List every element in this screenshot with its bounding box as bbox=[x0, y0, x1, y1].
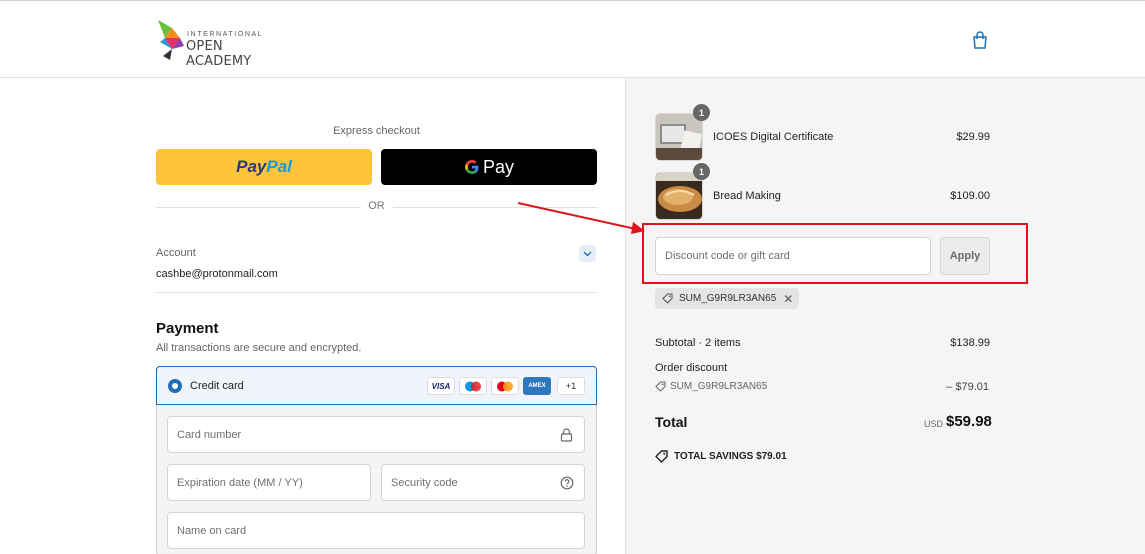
item-thumbnail bbox=[655, 172, 703, 220]
item-thumbnail bbox=[655, 113, 703, 161]
payment-subtitle: All transactions are secure and encrypte… bbox=[156, 342, 362, 354]
apply-discount-button[interactable]: Apply bbox=[940, 237, 990, 275]
applied-code-tag: SUM_G9R9LR3AN65 ✕ bbox=[655, 288, 800, 309]
order-discount-label: Order discount bbox=[655, 362, 728, 374]
item-quantity-badge: 1 bbox=[693, 163, 710, 180]
account-expand-button[interactable] bbox=[579, 245, 596, 262]
gpay-label: Pay bbox=[482, 156, 515, 177]
mastercard-icon bbox=[491, 377, 519, 395]
maestro-icon bbox=[459, 377, 487, 395]
visa-text: VISA bbox=[431, 381, 451, 391]
savings-value: $79.01 bbox=[756, 451, 787, 462]
paypal-pal-text: Pal bbox=[266, 157, 292, 176]
paypal-pay-text: Pay bbox=[236, 157, 267, 176]
credit-card-label: Credit card bbox=[190, 380, 244, 392]
amex-icon: AMEX bbox=[523, 377, 551, 395]
discount-code-line: SUM_G9R9LR3AN65 bbox=[655, 381, 767, 392]
savings-label: TOTAL SAVINGS bbox=[674, 451, 754, 462]
or-label: OR bbox=[368, 200, 385, 212]
item-price: $29.99 bbox=[956, 131, 990, 143]
remove-code-button[interactable]: ✕ bbox=[783, 292, 793, 306]
paypal-logo: PayPal bbox=[236, 157, 292, 177]
more-brands-badge: +1 bbox=[557, 377, 585, 395]
google-g-icon bbox=[465, 160, 479, 174]
discount-code-input[interactable] bbox=[656, 238, 930, 274]
paypal-button[interactable]: PayPal bbox=[156, 149, 372, 185]
question-circle-icon[interactable] bbox=[560, 476, 574, 490]
shopping-bag-icon[interactable] bbox=[972, 31, 990, 49]
expiration-field[interactable] bbox=[167, 464, 371, 501]
total-currency: USD bbox=[924, 419, 944, 429]
checkout-form: Express checkout PayPal Pay OR Account c… bbox=[0, 78, 625, 554]
security-code-field[interactable] bbox=[381, 464, 585, 501]
item-name: Bread Making bbox=[713, 190, 781, 202]
total-savings: TOTAL SAVINGS $79.01 bbox=[655, 450, 787, 463]
account-divider bbox=[156, 292, 597, 293]
subtotal-label: Subtotal · 2 items bbox=[655, 337, 741, 349]
cart-item: 1 Bread Making $109.00 bbox=[655, 163, 990, 220]
or-divider: OR bbox=[156, 200, 597, 214]
lock-icon bbox=[560, 428, 574, 442]
name-on-card-field[interactable] bbox=[167, 512, 585, 549]
payment-title: Payment bbox=[156, 320, 219, 337]
item-quantity-badge: 1 bbox=[693, 104, 710, 121]
tag-icon bbox=[662, 293, 673, 304]
total-label: Total bbox=[655, 414, 688, 430]
discount-amount: – $79.01 bbox=[946, 381, 989, 393]
expiration-input[interactable] bbox=[168, 465, 370, 500]
tag-icon bbox=[655, 381, 666, 392]
item-price: $109.00 bbox=[950, 190, 990, 202]
account-email: cashbe@protonmail.com bbox=[156, 268, 278, 280]
visa-icon: VISA bbox=[427, 377, 455, 395]
credit-card-radio[interactable] bbox=[168, 379, 182, 393]
logo-big-text: OPEN ACADEMY bbox=[186, 39, 252, 69]
name-on-card-input[interactable] bbox=[168, 513, 584, 548]
logo-mark-icon bbox=[158, 20, 184, 60]
order-summary: 1 ICOES Digital Certificate $29.99 1 Bre… bbox=[625, 78, 1145, 554]
discount-code-field[interactable] bbox=[655, 237, 931, 275]
tag-icon bbox=[655, 450, 668, 463]
chevron-down-icon bbox=[583, 251, 592, 256]
applied-code-text: SUM_G9R9LR3AN65 bbox=[679, 293, 777, 304]
express-checkout-label: Express checkout bbox=[333, 125, 420, 137]
google-pay-button[interactable]: Pay bbox=[381, 149, 597, 185]
logo-small-text: INTERNATIONAL bbox=[187, 31, 264, 38]
total-value: $59.98 bbox=[946, 413, 992, 430]
card-number-field[interactable] bbox=[167, 416, 585, 453]
subtotal-value: $138.99 bbox=[950, 337, 990, 349]
order-discount-row: Order discount bbox=[655, 362, 990, 374]
logo[interactable]: INTERNATIONAL OPEN ACADEMY bbox=[156, 18, 286, 69]
header: INTERNATIONAL OPEN ACADEMY bbox=[0, 0, 1145, 78]
more-brands-text: +1 bbox=[565, 381, 577, 391]
subtotal-row: Subtotal · 2 items $138.99 bbox=[655, 337, 990, 349]
amex-text: AMEX bbox=[528, 383, 546, 389]
card-number-input[interactable] bbox=[168, 417, 584, 452]
discount-code-text: SUM_G9R9LR3AN65 bbox=[670, 381, 768, 392]
item-name: ICOES Digital Certificate bbox=[713, 131, 834, 143]
security-code-input[interactable] bbox=[382, 465, 584, 500]
cart-item: 1 ICOES Digital Certificate $29.99 bbox=[655, 104, 990, 161]
credit-card-option[interactable]: Credit card VISA AMEX +1 bbox=[156, 366, 597, 405]
account-label: Account bbox=[156, 247, 196, 259]
credit-card-panel: Credit card VISA AMEX +1 bbox=[156, 366, 597, 554]
